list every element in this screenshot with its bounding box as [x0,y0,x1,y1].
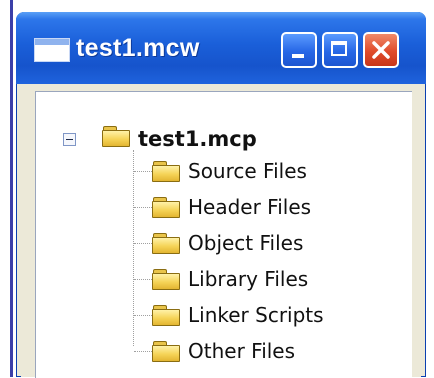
folder-icon [152,269,180,290]
tree-connector-line [134,207,154,208]
tree-connector-line [134,171,154,172]
maximize-button[interactable] [322,32,358,68]
window-title: test1.mcw [76,34,200,62]
tree-item-library-files[interactable]: Library Files [188,267,308,291]
folder-icon [152,161,180,182]
tree-connector-line [134,243,154,244]
folder-icon [152,305,180,326]
folder-icon [152,341,180,362]
minimize-icon [292,54,304,58]
close-icon [372,41,390,59]
mdi-child-window: test1.mcw test1.mcp Source Files Header … [16,12,426,378]
tree-item-source-files[interactable]: Source Files [188,159,307,183]
folder-icon [152,233,180,254]
tree-connector-line [134,351,154,352]
background-border-line [10,0,13,377]
tree-connector-line [134,279,154,280]
folder-icon [102,126,130,147]
tree-root-label[interactable]: test1.mcp [138,127,257,151]
project-tree[interactable]: test1.mcp Source Files Header Files Obje… [35,91,412,378]
tree-item-header-files[interactable]: Header Files [188,195,311,219]
tree-connector-line [134,315,154,316]
tree-item-other-files[interactable]: Other Files [188,339,295,363]
minus-icon [66,139,73,140]
maximize-icon [331,41,347,56]
tree-connector-line [133,150,134,346]
collapse-toggle[interactable] [63,133,76,146]
minimize-button[interactable] [281,32,317,68]
background-strip [0,0,10,377]
close-button[interactable] [363,32,399,68]
window-client-area: test1.mcp Source Files Header Files Obje… [21,84,421,378]
window-app-icon[interactable] [34,38,70,62]
title-bar[interactable]: test1.mcw [16,12,426,84]
folder-icon [152,197,180,218]
tree-item-linker-scripts[interactable]: Linker Scripts [188,303,324,327]
tree-item-object-files[interactable]: Object Files [188,231,303,255]
